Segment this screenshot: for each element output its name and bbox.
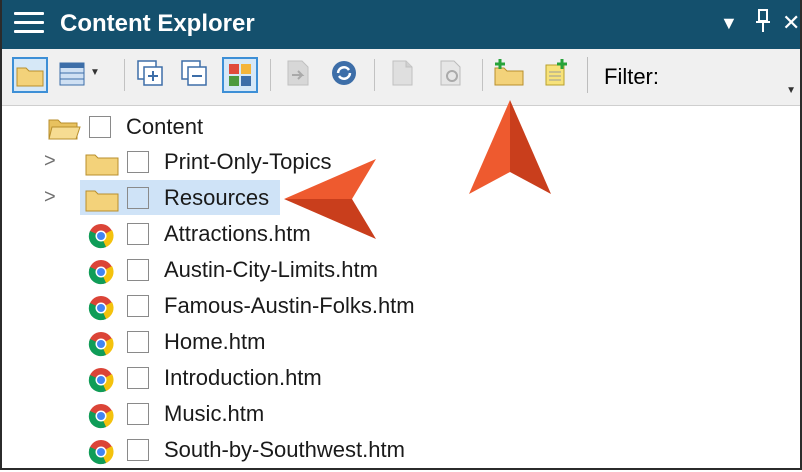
new-file-icon xyxy=(545,59,567,86)
color-grid-button[interactable] xyxy=(222,57,258,93)
tree-item-label: Resources xyxy=(164,185,270,210)
tree-item-label: South-by-Southwest.htm xyxy=(164,437,405,462)
arrow-up-annotation-icon xyxy=(469,100,551,194)
panel-title: Content Explorer xyxy=(60,10,255,37)
chrome-icon xyxy=(88,332,114,357)
checkbox[interactable] xyxy=(127,367,149,389)
chrome-icon xyxy=(88,404,114,429)
checkbox[interactable] xyxy=(127,151,149,173)
tree-item-label: Music.htm xyxy=(164,401,265,426)
checkbox[interactable] xyxy=(89,116,111,138)
tree-item-label: Introduction.htm xyxy=(164,365,322,390)
folder-icon xyxy=(16,67,44,87)
checkbox[interactable] xyxy=(127,223,149,245)
tree-item-print-only-topics[interactable]: > Print-Only-Topics xyxy=(2,145,800,179)
tree-root-content[interactable]: Content xyxy=(2,110,800,144)
toolbar-separator xyxy=(124,59,125,91)
tree-item-file[interactable]: Music.htm xyxy=(2,397,800,431)
tree-item-label: Famous-Austin-Folks.htm xyxy=(164,293,415,318)
hamburger-icon[interactable] xyxy=(14,12,44,36)
refresh-button[interactable] xyxy=(328,57,364,93)
content-explorer-panel: Content Explorer ▼ ✕ ▼ Filter: ▼ Content… xyxy=(0,0,802,470)
checkbox[interactable] xyxy=(127,259,149,281)
title-bar: Content Explorer ▼ ✕ xyxy=(2,0,800,49)
document-icon xyxy=(392,60,413,86)
folder-view-button[interactable] xyxy=(12,57,48,93)
toolbar: ▼ Filter: ▼ xyxy=(2,49,800,106)
checkbox[interactable] xyxy=(127,403,149,425)
chrome-icon xyxy=(88,368,114,393)
table-view-button[interactable] xyxy=(58,57,86,93)
chrome-icon xyxy=(88,296,114,321)
tree-item-resources[interactable]: > Resources xyxy=(2,181,800,215)
toolbar-overflow-icon[interactable]: ▼ xyxy=(786,85,796,96)
folder-icon xyxy=(85,154,119,176)
table-view-icon xyxy=(59,62,85,86)
open-folder-icon xyxy=(48,119,81,140)
file-move-icon xyxy=(287,60,309,86)
refresh-icon xyxy=(332,61,356,85)
document-settings-icon xyxy=(440,60,461,86)
document-settings-button[interactable] xyxy=(434,57,470,93)
chevron-right-icon[interactable]: > xyxy=(44,150,56,173)
new-folder-button[interactable] xyxy=(492,57,528,93)
file-move-button[interactable] xyxy=(282,57,318,93)
dropdown-icon[interactable]: ▼ xyxy=(720,8,738,38)
tree-item-file[interactable]: Home.htm xyxy=(2,325,800,359)
tree-item-file[interactable]: Introduction.htm xyxy=(2,361,800,395)
chevron-right-icon[interactable]: > xyxy=(44,186,56,209)
arrow-left-annotation-icon xyxy=(284,159,376,239)
new-folder-icon xyxy=(494,59,524,86)
close-icon[interactable]: ✕ xyxy=(782,8,800,38)
tree-item-file[interactable]: South-by-Southwest.htm xyxy=(2,433,800,467)
toolbar-separator xyxy=(270,59,271,91)
checkbox[interactable] xyxy=(127,439,149,461)
pin-icon[interactable] xyxy=(754,8,772,42)
checkbox[interactable] xyxy=(127,295,149,317)
checkbox[interactable] xyxy=(127,187,149,209)
tree-item-label: Austin-City-Limits.htm xyxy=(164,257,378,282)
collapse-all-button[interactable] xyxy=(178,57,214,93)
collapse-all-icon xyxy=(181,60,207,86)
expand-all-button[interactable] xyxy=(134,57,170,93)
toolbar-separator xyxy=(587,57,588,93)
filter-label: Filter: xyxy=(604,64,659,89)
chrome-icon xyxy=(88,260,114,285)
tree-item-file[interactable]: Famous-Austin-Folks.htm xyxy=(2,289,800,323)
expand-all-icon xyxy=(137,60,163,86)
tree-item-file[interactable]: Austin-City-Limits.htm xyxy=(2,253,800,287)
new-file-button[interactable] xyxy=(540,57,576,93)
toolbar-separator xyxy=(482,59,483,91)
table-view-dropdown[interactable]: ▼ xyxy=(90,67,106,103)
document-button[interactable] xyxy=(386,57,422,93)
tree-item-label: Content xyxy=(126,114,204,139)
color-grid-icon xyxy=(229,64,251,86)
chrome-icon xyxy=(88,440,114,465)
toolbar-separator xyxy=(374,59,375,91)
checkbox[interactable] xyxy=(127,331,149,353)
tree-item-label: Home.htm xyxy=(164,329,266,354)
chrome-icon xyxy=(88,224,114,249)
folder-icon xyxy=(85,190,119,212)
tree-item-file[interactable]: Attractions.htm xyxy=(2,217,800,251)
